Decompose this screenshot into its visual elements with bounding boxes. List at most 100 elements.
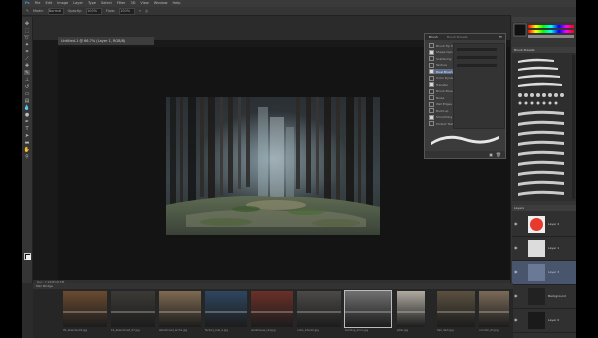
menu-image[interactable]: Image [57, 0, 68, 7]
checkbox[interactable] [429, 121, 434, 126]
thumbnail[interactable] [251, 291, 293, 327]
lasso-tool-icon[interactable]: ➰ [24, 35, 30, 41]
pen-tool-icon[interactable]: ✒ [24, 119, 30, 125]
brush-option-brush-pose[interactable]: Brush Pose [429, 88, 453, 94]
brush-option-scattering[interactable]: Scattering [429, 56, 451, 61]
panel-menu-icon[interactable]: ≡ [499, 34, 502, 39]
brush-stroke-preview [431, 135, 499, 145]
menu-3d[interactable]: 3D [131, 0, 136, 7]
visibility-eye-icon[interactable]: ◉ [514, 245, 519, 250]
tab-brush-presets[interactable]: Brush Presets [447, 35, 468, 39]
layer-row[interactable]: ◉ Background [512, 285, 576, 309]
tab-brush[interactable]: Brush [429, 35, 438, 39]
scrollbar[interactable] [572, 55, 575, 199]
layer-row[interactable]: ◉ Layer 2 [512, 213, 576, 237]
brush-panel-footer: ▣ 🗑 [425, 151, 505, 158]
background-color-swatch[interactable] [26, 255, 31, 260]
clone-stamp-tool-icon[interactable]: ⊥ [24, 77, 30, 83]
slider-track[interactable] [457, 56, 497, 59]
menu-view[interactable]: View [140, 0, 148, 7]
document-tab[interactable]: Untitled-1 @ 66.7% (Layer 1, RGB/8) [58, 37, 154, 45]
layer-row[interactable]: ◉ Layer 1 [512, 237, 576, 261]
type-tool-icon[interactable]: T [24, 126, 30, 132]
visibility-eye-icon[interactable]: ◉ [514, 317, 519, 322]
checkbox[interactable] [429, 114, 434, 120]
thumbnail[interactable] [159, 291, 201, 327]
pressure-icon[interactable]: ◎ [145, 9, 148, 13]
checkbox[interactable] [429, 95, 434, 100]
brush-option-dual-brush[interactable]: Dual Brush [429, 69, 453, 74]
crop-tool-icon[interactable]: ⌗ [24, 49, 30, 55]
thumbnail[interactable] [63, 291, 107, 327]
thumbnail[interactable] [205, 291, 247, 327]
visibility-eye-icon[interactable]: ◉ [514, 269, 519, 274]
thumbnail-caption: ruins_interior.jpg [297, 329, 319, 332]
move-tool-icon[interactable]: ✥ [24, 21, 30, 27]
eraser-tool-icon[interactable]: ▭ [24, 91, 30, 97]
brush-option-wet-edges[interactable]: Wet Edges [429, 101, 452, 107]
trash-icon[interactable]: 🗑 [496, 152, 501, 157]
menu-layer[interactable]: Layer [73, 0, 83, 7]
path-select-tool-icon[interactable]: ➤ [24, 133, 30, 139]
new-preset-icon[interactable]: ▣ [489, 152, 493, 157]
hand-tool-icon[interactable]: ✋ [24, 147, 30, 153]
checkbox[interactable] [429, 62, 434, 68]
right-dock: Brush Presets Layers ◉ Layer 2 ◉ Layer 1… [510, 15, 576, 338]
menu-filter[interactable]: Filter [117, 0, 126, 7]
shape-tool-icon[interactable]: ▬ [24, 140, 30, 146]
thumbnail[interactable] [344, 290, 392, 328]
mode-select[interactable]: Normal [47, 7, 64, 15]
brush-option-noise[interactable]: Noise [429, 95, 444, 100]
flow-field[interactable]: 100% [119, 7, 136, 15]
brush-option-smoothing[interactable]: Smoothing [429, 114, 452, 120]
menu-edit[interactable]: Edit [45, 0, 52, 7]
menu-type[interactable]: Type [88, 0, 96, 7]
mini-bridge-panel: Mini Bridge 05_abandon01.jpg 16_abandoned… [33, 283, 513, 338]
thumbnail[interactable] [437, 291, 475, 327]
slider-track[interactable] [457, 64, 497, 67]
brush-option-transfer[interactable]: Transfer [429, 82, 448, 87]
brush-tool-icon[interactable]: ✎ [24, 70, 30, 76]
thumbnail[interactable] [479, 291, 509, 327]
visibility-eye-icon[interactable]: ◉ [514, 221, 519, 226]
checkbox[interactable] [429, 101, 434, 107]
menu-help[interactable]: Help [173, 0, 181, 7]
checkbox[interactable] [429, 43, 434, 48]
checkbox[interactable] [429, 82, 434, 87]
airbrush-icon[interactable]: ⌖ [139, 9, 141, 13]
slider-track[interactable] [457, 48, 497, 51]
brush-preset-list[interactable] [514, 55, 574, 199]
history-brush-tool-icon[interactable]: ↺ [24, 84, 30, 90]
checkbox[interactable] [429, 56, 434, 61]
layer-row[interactable]: ◉ Layer 0 [512, 309, 576, 333]
menu-window[interactable]: Window [154, 0, 168, 7]
healing-tool-icon[interactable]: ✚ [24, 63, 30, 69]
brush-option-build-up[interactable]: Build-up [429, 108, 448, 113]
color-spectrum[interactable] [512, 17, 576, 43]
brush-tool-icon[interactable]: ✎ [26, 9, 29, 13]
checkbox[interactable] [429, 49, 434, 55]
layer-row[interactable]: ◉ Layer 3 [512, 261, 576, 285]
thumbnail[interactable] [297, 291, 341, 327]
zoom-tool-icon[interactable]: ⚲ [24, 154, 30, 160]
checkbox[interactable] [429, 69, 434, 74]
checkbox[interactable] [429, 108, 434, 113]
menu-select[interactable]: Select [101, 0, 112, 7]
gradient-tool-icon[interactable]: ▤ [24, 98, 30, 104]
thumbnail[interactable] [397, 291, 425, 327]
checkbox[interactable] [429, 88, 434, 94]
opacity-field[interactable]: 100% [86, 7, 103, 15]
visibility-eye-icon[interactable]: ◉ [514, 293, 519, 298]
marquee-tool-icon[interactable]: ⬚ [24, 28, 30, 34]
menu-file[interactable]: File [35, 0, 41, 7]
brush-option-label: Transfer [436, 82, 449, 87]
dodge-tool-icon[interactable]: ● [24, 112, 30, 118]
thumbnail[interactable] [111, 291, 155, 327]
color-panel [512, 17, 576, 43]
brush-option-texture[interactable]: Texture [429, 62, 447, 68]
menu-ps-logo[interactable]: Ps [25, 0, 30, 7]
checkbox[interactable] [429, 75, 434, 81]
quick-select-tool-icon[interactable]: ✦ [24, 42, 30, 48]
blur-tool-icon[interactable]: 💧 [24, 105, 30, 111]
eyedropper-tool-icon[interactable]: ⟋ [24, 56, 30, 62]
